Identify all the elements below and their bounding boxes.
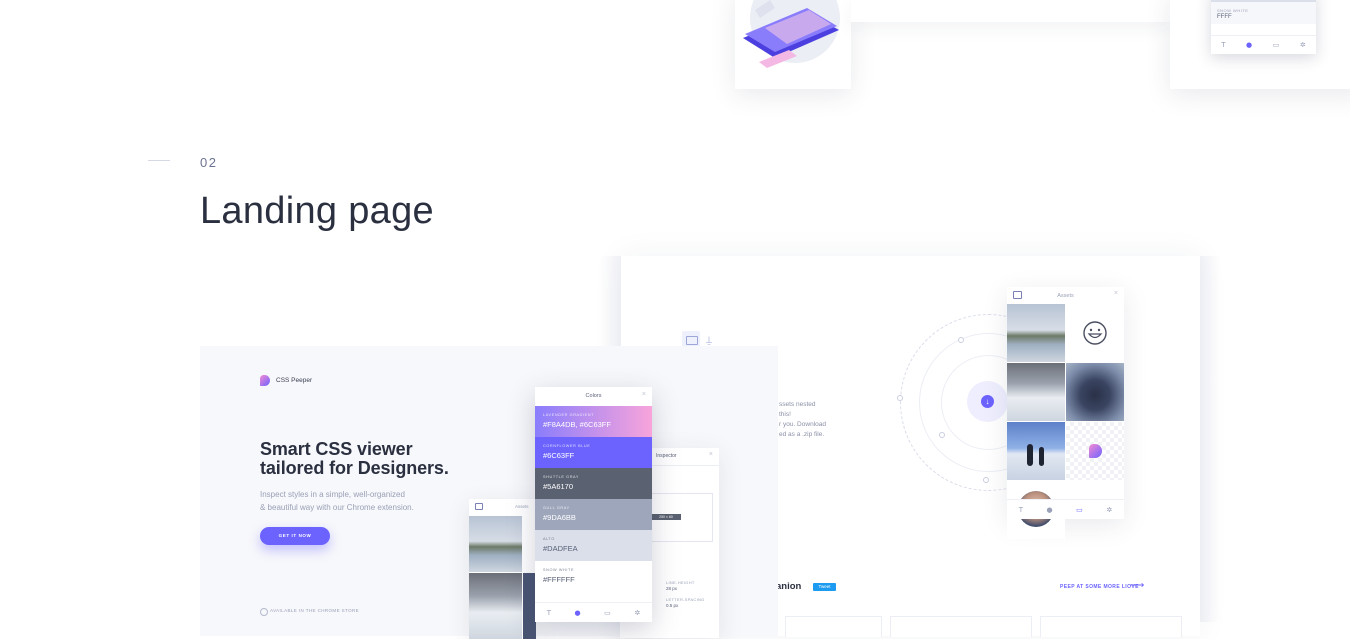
chrome-store-note[interactable]: AVAILABLE IN THE CHROME STORE bbox=[270, 608, 359, 613]
close-icon[interactable]: × bbox=[642, 391, 646, 398]
close-icon[interactable]: × bbox=[709, 451, 713, 458]
swatch-shuttle-gray[interactable]: SHUTTLE GRAY #5A6170 bbox=[535, 468, 652, 499]
assets-panel-title: Assets bbox=[1057, 292, 1074, 299]
assets-icon[interactable]: ▭ bbox=[1273, 41, 1280, 49]
assets-panel: Assets × T ● ▭ ✲ bbox=[1007, 287, 1124, 539]
asset-lake-photo[interactable] bbox=[1007, 304, 1065, 362]
swatch-name: SNOW WHITE bbox=[543, 568, 575, 572]
line-height-value: 28 px bbox=[666, 586, 678, 591]
mini-swatch: SNOW WHITE FFFF bbox=[1211, 0, 1316, 24]
colors-panel: Colors × LAVENDER GRADIENT #F8A4DB, #6C6… bbox=[535, 387, 652, 622]
assets-tabbar: T ● ▭ ✲ bbox=[1007, 499, 1124, 519]
assets-panel-small: Assets bbox=[469, 499, 536, 639]
inspector-title: Inspector bbox=[656, 453, 677, 459]
typography-icon[interactable]: T bbox=[1221, 41, 1225, 49]
swatch-name: GULL GRAY bbox=[543, 506, 570, 510]
asset-snow-photo[interactable] bbox=[469, 573, 522, 639]
assets-icon[interactable]: ▭ bbox=[1076, 506, 1083, 514]
image-icon bbox=[475, 503, 483, 510]
asset-smiley-icon[interactable] bbox=[1066, 304, 1124, 362]
section-rule bbox=[148, 160, 170, 161]
preview-card-illustration bbox=[735, 0, 851, 89]
letter-spacing-label: LETTER-SPACING bbox=[666, 597, 705, 602]
colors-panel-header: Colors × bbox=[535, 387, 652, 406]
orbit-dot bbox=[897, 395, 903, 401]
mini-swatch-hex: FFFF bbox=[1217, 14, 1232, 20]
swatch-cornflower-blue[interactable]: CORNFLOWER BLUE #6C63FF bbox=[535, 437, 652, 468]
asset-lake-photo[interactable] bbox=[469, 516, 522, 572]
close-icon[interactable]: × bbox=[1114, 290, 1118, 297]
swatch-hex: #5A6170 bbox=[543, 482, 574, 491]
feature-card bbox=[1040, 616, 1182, 637]
swatch-alto[interactable]: ALTO #DADFEA bbox=[535, 530, 652, 561]
orbit-dot bbox=[983, 477, 989, 483]
assets-panel-header: Assets × bbox=[1007, 287, 1124, 304]
companion-heading: anion bbox=[776, 581, 802, 592]
phone-illustration bbox=[743, 0, 840, 68]
line-height-label: LINE-HEIGHT bbox=[666, 580, 695, 585]
swatch-hex: #F8A4DB, #6C63FF bbox=[543, 420, 611, 429]
swatch-hex: #6C63FF bbox=[543, 451, 575, 460]
color-drop-icon[interactable]: ● bbox=[1047, 506, 1053, 514]
feature-card bbox=[785, 616, 882, 637]
settings-icon[interactable]: ✲ bbox=[1106, 506, 1112, 514]
mini-tabbar: T ● ▭ ✲ bbox=[1211, 35, 1316, 54]
settings-icon[interactable]: ✲ bbox=[634, 609, 640, 617]
swatch-name: ALTO bbox=[543, 537, 555, 541]
swatch-name: CORNFLOWER BLUE bbox=[543, 444, 591, 448]
section-title: Landing page bbox=[200, 190, 434, 232]
preview-strip bbox=[851, 0, 1171, 22]
section-number: 02 bbox=[200, 155, 218, 170]
mini-swatch-name: SNOW WHITE bbox=[1217, 8, 1249, 13]
hero-line-1: Smart CSS viewer bbox=[260, 439, 413, 459]
letter-spacing-value: 0.5 px bbox=[666, 603, 679, 608]
swatch-hex: #FFFFFF bbox=[543, 575, 575, 584]
asset-logo[interactable] bbox=[1066, 422, 1124, 480]
image-icon bbox=[1013, 291, 1022, 299]
assets-icon[interactable]: ▭ bbox=[604, 609, 611, 617]
color-drop-icon[interactable]: ● bbox=[575, 609, 581, 617]
swatch-name: LAVENDER GRADIENT bbox=[543, 413, 595, 417]
colors-panel-title: Colors bbox=[585, 393, 602, 399]
hero-subtext: Inspect styles in a simple, well-organiz… bbox=[260, 489, 414, 514]
orbit-dot bbox=[939, 432, 945, 438]
brand-name[interactable]: CSS Peeper bbox=[276, 377, 312, 384]
swatch-hex: #9DA6BB bbox=[543, 513, 576, 522]
hero-line-2: tailored for Designers. bbox=[260, 458, 449, 478]
chrome-icon bbox=[260, 608, 268, 616]
typography-icon[interactable]: T bbox=[547, 609, 551, 617]
feature-text-3: r you. Download bbox=[779, 421, 826, 428]
color-drop-icon[interactable]: ● bbox=[1246, 41, 1252, 49]
feature-text-2: this! bbox=[779, 411, 791, 418]
typography-icon[interactable]: T bbox=[1019, 506, 1023, 514]
mini-colors-panel: SNOW WHITE FFFF T ● ▭ ✲ bbox=[1211, 0, 1316, 54]
tweet-button[interactable]: Tweet bbox=[813, 583, 836, 591]
peep-more-link[interactable]: PEEP AT SOME MORE LIOVE bbox=[1060, 584, 1139, 590]
swatch-name: SHUTTLE GRAY bbox=[543, 475, 580, 479]
box-model-size: 250 × 60 bbox=[651, 514, 681, 520]
arrow-right-icon[interactable]: ⟶ bbox=[1130, 580, 1144, 591]
feature-text-4: ed as a .zip file. bbox=[779, 431, 825, 438]
mock-shadow bbox=[1200, 256, 1220, 622]
colors-tabbar: T ● ▭ ✲ bbox=[535, 602, 652, 622]
swatch-hex: #DADFEA bbox=[543, 544, 578, 553]
get-it-now-button[interactable]: GET IT NOW bbox=[260, 527, 330, 545]
hero-sub-line-2: & beautiful way with our Chrome extensio… bbox=[260, 502, 414, 512]
swatch-snow-white[interactable]: SNOW WHITE #FFFFFF bbox=[535, 561, 652, 592]
settings-icon[interactable]: ✲ bbox=[1300, 41, 1306, 49]
pin-icon: ⍊ bbox=[706, 335, 712, 346]
assets-panel-small-header: Assets bbox=[469, 499, 536, 515]
hero-headline: Smart CSS viewer tailored for Designers. bbox=[260, 440, 449, 478]
assets-panel-small-title: Assets bbox=[515, 504, 529, 509]
orbit-dot bbox=[958, 337, 964, 343]
hero-sub-line-1: Inspect styles in a simple, well-organiz… bbox=[260, 490, 405, 499]
asset-beach-photo[interactable] bbox=[1007, 422, 1065, 480]
download-icon[interactable]: ↓ bbox=[981, 395, 994, 408]
swatch-gull-gray[interactable]: GULL GRAY #9DA6BB bbox=[535, 499, 652, 530]
asset-snow-photo[interactable] bbox=[1007, 363, 1065, 421]
swatch-lavender-gradient[interactable]: LAVENDER GRADIENT #F8A4DB, #6C63FF bbox=[535, 406, 652, 437]
asset-berries-photo[interactable] bbox=[1066, 363, 1124, 421]
feature-card bbox=[890, 616, 1032, 637]
feature-text-1: ssets nested bbox=[779, 401, 816, 408]
